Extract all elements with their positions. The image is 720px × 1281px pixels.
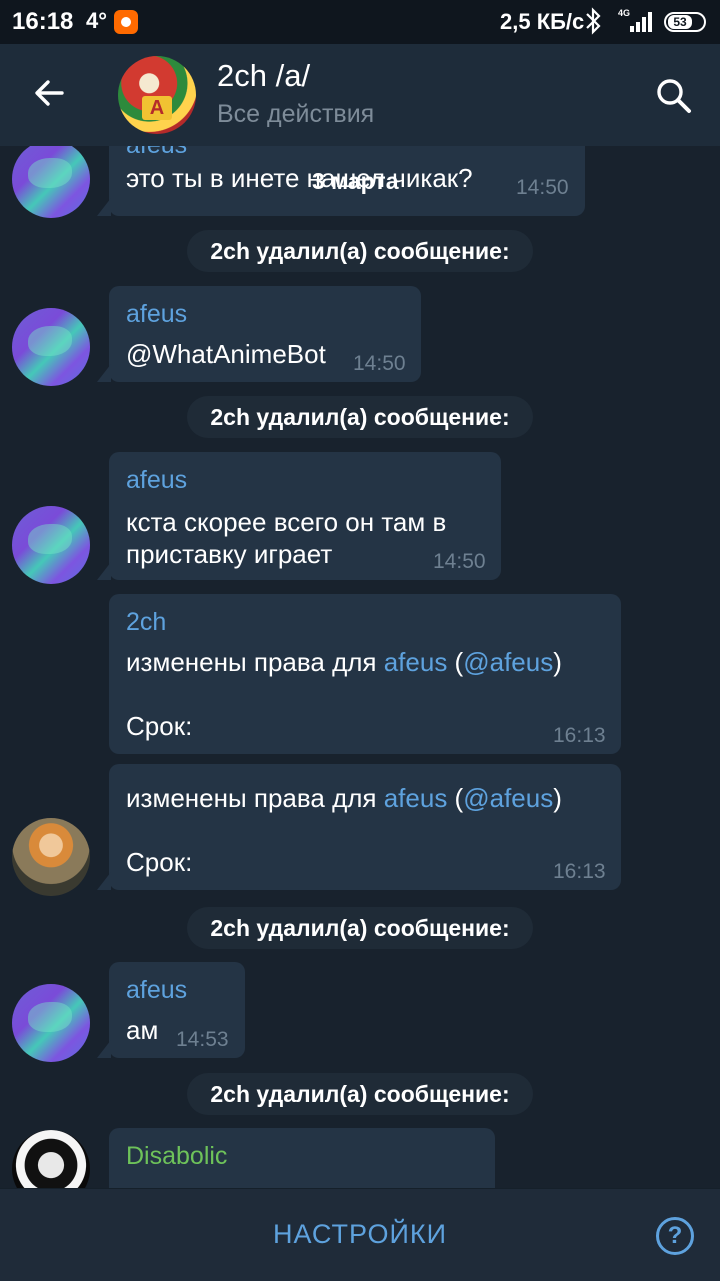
search-button[interactable] — [650, 72, 698, 120]
settings-button[interactable]: НАСТРОЙКИ — [260, 1219, 460, 1250]
term-label: Срок: — [126, 711, 193, 741]
message-sender[interactable]: afeus — [126, 146, 187, 160]
avatar[interactable] — [12, 308, 90, 386]
status-time: 16:18 — [12, 8, 74, 35]
bubble-tail — [97, 1040, 111, 1058]
signal-icon: 4G — [616, 8, 654, 34]
battery-icon: 53 — [664, 12, 706, 32]
avatar[interactable] — [12, 984, 90, 1062]
chat-subtitle: Все действия — [217, 100, 375, 128]
status-bar: 16:18 4° 2,5 КБ/с 4G 53 — [0, 0, 720, 44]
bubble-tail — [97, 364, 111, 382]
avatar[interactable] — [12, 146, 90, 218]
battery-level: 53 — [668, 15, 692, 29]
user-link[interactable]: afeus — [384, 647, 448, 677]
bluetooth-icon — [584, 6, 602, 42]
message-sender[interactable]: afeus — [126, 466, 187, 495]
message-sender[interactable]: Disabolic — [126, 1142, 227, 1171]
service-message: 2ch удалил(а) сообщение: — [187, 396, 533, 438]
bottom-bar: НАСТРОЙКИ ? — [0, 1188, 720, 1281]
message-sender[interactable]: afeus — [126, 300, 187, 329]
message-text-line: приставку играет — [126, 539, 333, 569]
message-time: 14:50 — [433, 550, 486, 573]
rights-text: изменены права для — [126, 647, 384, 677]
message-time: 14:53 — [176, 1028, 229, 1051]
status-net-speed: 2,5 КБ/с — [500, 9, 585, 34]
service-message: 2ch удалил(а) сообщение: — [187, 1073, 533, 1115]
message-text: изменены права для afeus (@afeus) — [126, 783, 562, 813]
message-bubble[interactable]: afeus @WhatAnimeBot 14:50 — [109, 286, 421, 382]
message-bubble[interactable]: Disabolic — [109, 1128, 495, 1188]
date-separator: 3 марта — [312, 168, 399, 194]
chat-title[interactable]: 2ch /a/ — [217, 58, 310, 94]
message-list[interactable]: afeus это ты в инете нашел чикак? 14:50 … — [0, 146, 720, 1188]
message-text: изменены права для afeus (@afeus) — [126, 647, 562, 677]
chat-header: A 2ch /a/ Все действия — [0, 44, 720, 146]
network-type: 4G — [618, 8, 631, 18]
avatar[interactable] — [12, 506, 90, 584]
bubble-tail — [97, 198, 111, 216]
message-bubble[interactable]: afeus кста скорее всего он там в пристав… — [109, 452, 501, 580]
rights-text: изменены права для — [126, 783, 384, 813]
message-bubble[interactable]: изменены права для afeus (@afeus) Срок: … — [109, 764, 621, 890]
mi-app-icon — [114, 10, 138, 34]
username-link[interactable]: @afeus — [463, 647, 553, 677]
search-icon — [657, 79, 691, 113]
message-bubble[interactable]: 2ch изменены права для afeus (@afeus) Ср… — [109, 594, 621, 754]
arrow-left-icon — [35, 80, 64, 106]
avatar[interactable] — [12, 818, 90, 896]
message-mention-link[interactable]: @WhatAnimeBot — [126, 338, 326, 370]
message-sender[interactable]: afeus — [126, 976, 187, 1005]
message-time: 16:13 — [553, 860, 606, 883]
bubble-tail — [97, 562, 111, 580]
message-time: 14:50 — [353, 352, 406, 375]
message-sender[interactable]: 2ch — [126, 608, 166, 637]
back-button[interactable] — [26, 68, 76, 118]
user-link[interactable]: afeus — [384, 783, 448, 813]
username-link[interactable]: @afeus — [463, 783, 553, 813]
message-text: ам — [126, 1015, 159, 1045]
question-icon[interactable]: ? — [656, 1217, 694, 1255]
avatar-badge: A — [142, 96, 172, 120]
service-message: 2ch удалил(а) сообщение: — [187, 907, 533, 949]
service-message: 2ch удалил(а) сообщение: — [187, 230, 533, 272]
avatar[interactable] — [12, 1130, 90, 1188]
term-label: Срок: — [126, 847, 193, 877]
bubble-tail — [97, 872, 111, 890]
message-text-line: кста скорее всего он там в — [126, 507, 447, 537]
message-bubble[interactable]: afeus ам 14:53 — [109, 962, 245, 1058]
message-time: 14:50 — [516, 176, 569, 199]
chat-avatar[interactable]: A — [118, 56, 196, 134]
message-text: это ты в инете нашел чикак? — [126, 163, 473, 193]
status-temperature: 4° — [86, 8, 108, 33]
message-time: 16:13 — [553, 724, 606, 747]
